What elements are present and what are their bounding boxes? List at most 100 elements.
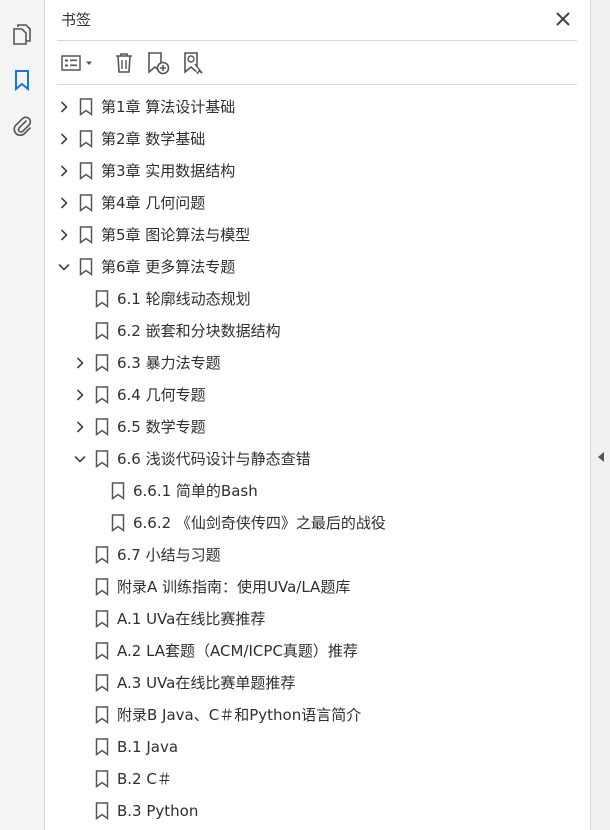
options-menu-button[interactable] xyxy=(59,48,97,78)
chevron-down-icon[interactable] xyxy=(57,260,71,274)
find-bookmark-icon xyxy=(184,52,203,75)
bookmark-item-icon xyxy=(95,738,109,756)
bookmark-row[interactable]: 第5章 图论算法与模型 xyxy=(45,219,590,251)
chevron-right-icon[interactable] xyxy=(57,132,71,146)
bookmark-label: 6.6 浅谈代码设计与静态查错 xyxy=(117,450,311,468)
chevron-right-icon[interactable] xyxy=(57,228,71,242)
bookmark-label: B.2 C＃ xyxy=(117,770,172,788)
bookmark-item-icon xyxy=(95,546,109,564)
bookmark-item-icon xyxy=(95,706,109,724)
pages-thumbnail-icon[interactable] xyxy=(8,20,36,48)
bookmark-item-icon xyxy=(111,482,125,500)
find-bookmark-button[interactable] xyxy=(179,48,209,78)
bookmark-row[interactable]: 6.4 几何专题 xyxy=(45,379,590,411)
collapse-left-icon[interactable] xyxy=(595,450,607,464)
chevron-right-icon[interactable] xyxy=(57,100,71,114)
bookmark-item-icon xyxy=(95,354,109,372)
bookmark-item-icon xyxy=(95,642,109,660)
bookmark-item-icon xyxy=(95,290,109,308)
bookmark-label: A.1 UVa在线比赛推荐 xyxy=(117,610,266,628)
bookmark-label: 6.2 嵌套和分块数据结构 xyxy=(117,322,281,340)
bookmark-item-icon xyxy=(95,802,109,820)
bookmark-label: 第2章 数学基础 xyxy=(101,130,206,148)
bookmark-label: 附录A 训练指南：使用UVa/LA题库 xyxy=(117,578,351,596)
bookmark-item-icon xyxy=(95,418,109,436)
panel-title: 书签 xyxy=(61,11,92,29)
bookmark-label: 第1章 算法设计基础 xyxy=(101,98,236,116)
bookmark-label: 6.6.1 简单的Bash xyxy=(133,482,258,500)
bookmark-label: 附录B Java、C＃和Python语言简介 xyxy=(117,706,362,724)
bookmark-icon[interactable] xyxy=(8,66,36,94)
bookmark-label: 第5章 图论算法与模型 xyxy=(101,226,251,244)
bookmark-row[interactable]: 第2章 数学基础 xyxy=(45,123,590,155)
panel-divider[interactable] xyxy=(590,0,610,830)
bookmark-row[interactable]: 6.1 轮廓线动态规划 xyxy=(45,283,590,315)
bookmark-item-icon xyxy=(79,194,93,212)
close-icon[interactable] xyxy=(553,9,573,29)
chevron-right-icon[interactable] xyxy=(57,164,71,178)
bookmark-label: 6.5 数学专题 xyxy=(117,418,206,436)
bookmark-item-icon xyxy=(95,386,109,404)
bookmark-item-icon xyxy=(95,610,109,628)
bookmark-label: 第6章 更多算法专题 xyxy=(101,258,236,276)
bookmark-item-icon xyxy=(79,98,93,116)
bookmarks-toolbar xyxy=(45,44,590,82)
header-divider xyxy=(57,40,577,41)
bookmark-row[interactable]: A.3 UVa在线比赛单题推荐 xyxy=(45,667,590,699)
bookmark-row[interactable]: A.2 LA套题（ACM/ICPC真题）推荐 xyxy=(45,635,590,667)
options-menu-icon xyxy=(61,55,92,71)
bookmark-label: 第4章 几何问题 xyxy=(101,194,206,212)
bookmark-item-icon xyxy=(79,130,93,148)
bookmark-item-icon xyxy=(79,162,93,180)
bookmark-row[interactable]: 第3章 实用数据结构 xyxy=(45,155,590,187)
bookmark-row[interactable]: B.2 C＃ xyxy=(45,763,590,795)
bookmark-item-icon xyxy=(79,226,93,244)
bookmark-row[interactable]: B.1 Java xyxy=(45,731,590,763)
bookmark-item-icon xyxy=(95,450,109,468)
bookmark-row[interactable]: 6.6.2 《仙剑奇侠传四》之最后的战役 xyxy=(45,507,590,539)
chevron-down-icon[interactable] xyxy=(73,452,87,466)
bookmark-item-icon xyxy=(95,674,109,692)
paperclip-icon[interactable] xyxy=(8,112,36,140)
bookmark-row[interactable]: 第1章 算法设计基础 xyxy=(45,91,590,123)
bookmark-label: A.3 UVa在线比赛单题推荐 xyxy=(117,674,296,692)
bookmark-row[interactable]: 6.2 嵌套和分块数据结构 xyxy=(45,315,590,347)
bookmark-label: 6.7 小结与习题 xyxy=(117,546,221,564)
bookmark-item-icon xyxy=(79,258,93,276)
delete-bookmark-button[interactable] xyxy=(109,48,139,78)
bookmark-row[interactable]: 6.6 浅谈代码设计与静态查错 xyxy=(45,443,590,475)
bookmark-label: A.2 LA套题（ACM/ICPC真题）推荐 xyxy=(117,642,358,660)
bookmark-label: 第3章 实用数据结构 xyxy=(101,162,236,180)
bookmark-item-icon xyxy=(111,514,125,532)
panel-header: 书签 xyxy=(45,0,590,40)
bookmark-row[interactable]: 6.5 数学专题 xyxy=(45,411,590,443)
bookmark-label: 6.6.2 《仙剑奇侠传四》之最后的战役 xyxy=(133,514,386,532)
chevron-right-icon[interactable] xyxy=(73,388,87,402)
bookmark-item-icon xyxy=(95,578,109,596)
bookmark-label: 6.3 暴力法专题 xyxy=(117,354,221,372)
bookmark-label: 6.4 几何专题 xyxy=(117,386,206,404)
bookmark-row[interactable]: 第4章 几何问题 xyxy=(45,187,590,219)
bookmark-row[interactable]: B.3 Python xyxy=(45,795,590,827)
bookmark-label: 6.1 轮廓线动态规划 xyxy=(117,290,251,308)
bookmarks-panel: 书签 第1章 算法设计基础 第2章 数学基础 第3章 实用数据结构 第4章 几何… xyxy=(45,0,590,830)
chevron-right-icon[interactable] xyxy=(73,356,87,370)
bookmark-row[interactable]: A.1 UVa在线比赛推荐 xyxy=(45,603,590,635)
chevron-right-icon[interactable] xyxy=(57,196,71,210)
toolbar-divider xyxy=(57,84,577,85)
bookmark-row[interactable]: 第6章 更多算法专题 xyxy=(45,251,590,283)
bookmark-label: B.1 Java xyxy=(117,738,179,756)
bookmark-item-icon xyxy=(95,770,109,788)
bookmark-row[interactable]: 6.6.1 简单的Bash xyxy=(45,475,590,507)
chevron-right-icon[interactable] xyxy=(73,420,87,434)
new-bookmark-icon xyxy=(148,52,170,75)
bookmark-row[interactable]: 附录A 训练指南：使用UVa/LA题库 xyxy=(45,571,590,603)
bookmark-item-icon xyxy=(95,322,109,340)
navigation-rail xyxy=(0,0,45,830)
bookmark-row[interactable]: 6.7 小结与习题 xyxy=(45,539,590,571)
bookmark-row[interactable]: 6.3 暴力法专题 xyxy=(45,347,590,379)
bookmark-row[interactable]: 附录B Java、C＃和Python语言简介 xyxy=(45,699,590,731)
trash-icon xyxy=(116,53,132,73)
bookmark-label: B.3 Python xyxy=(117,802,199,820)
new-bookmark-button[interactable] xyxy=(143,48,173,78)
